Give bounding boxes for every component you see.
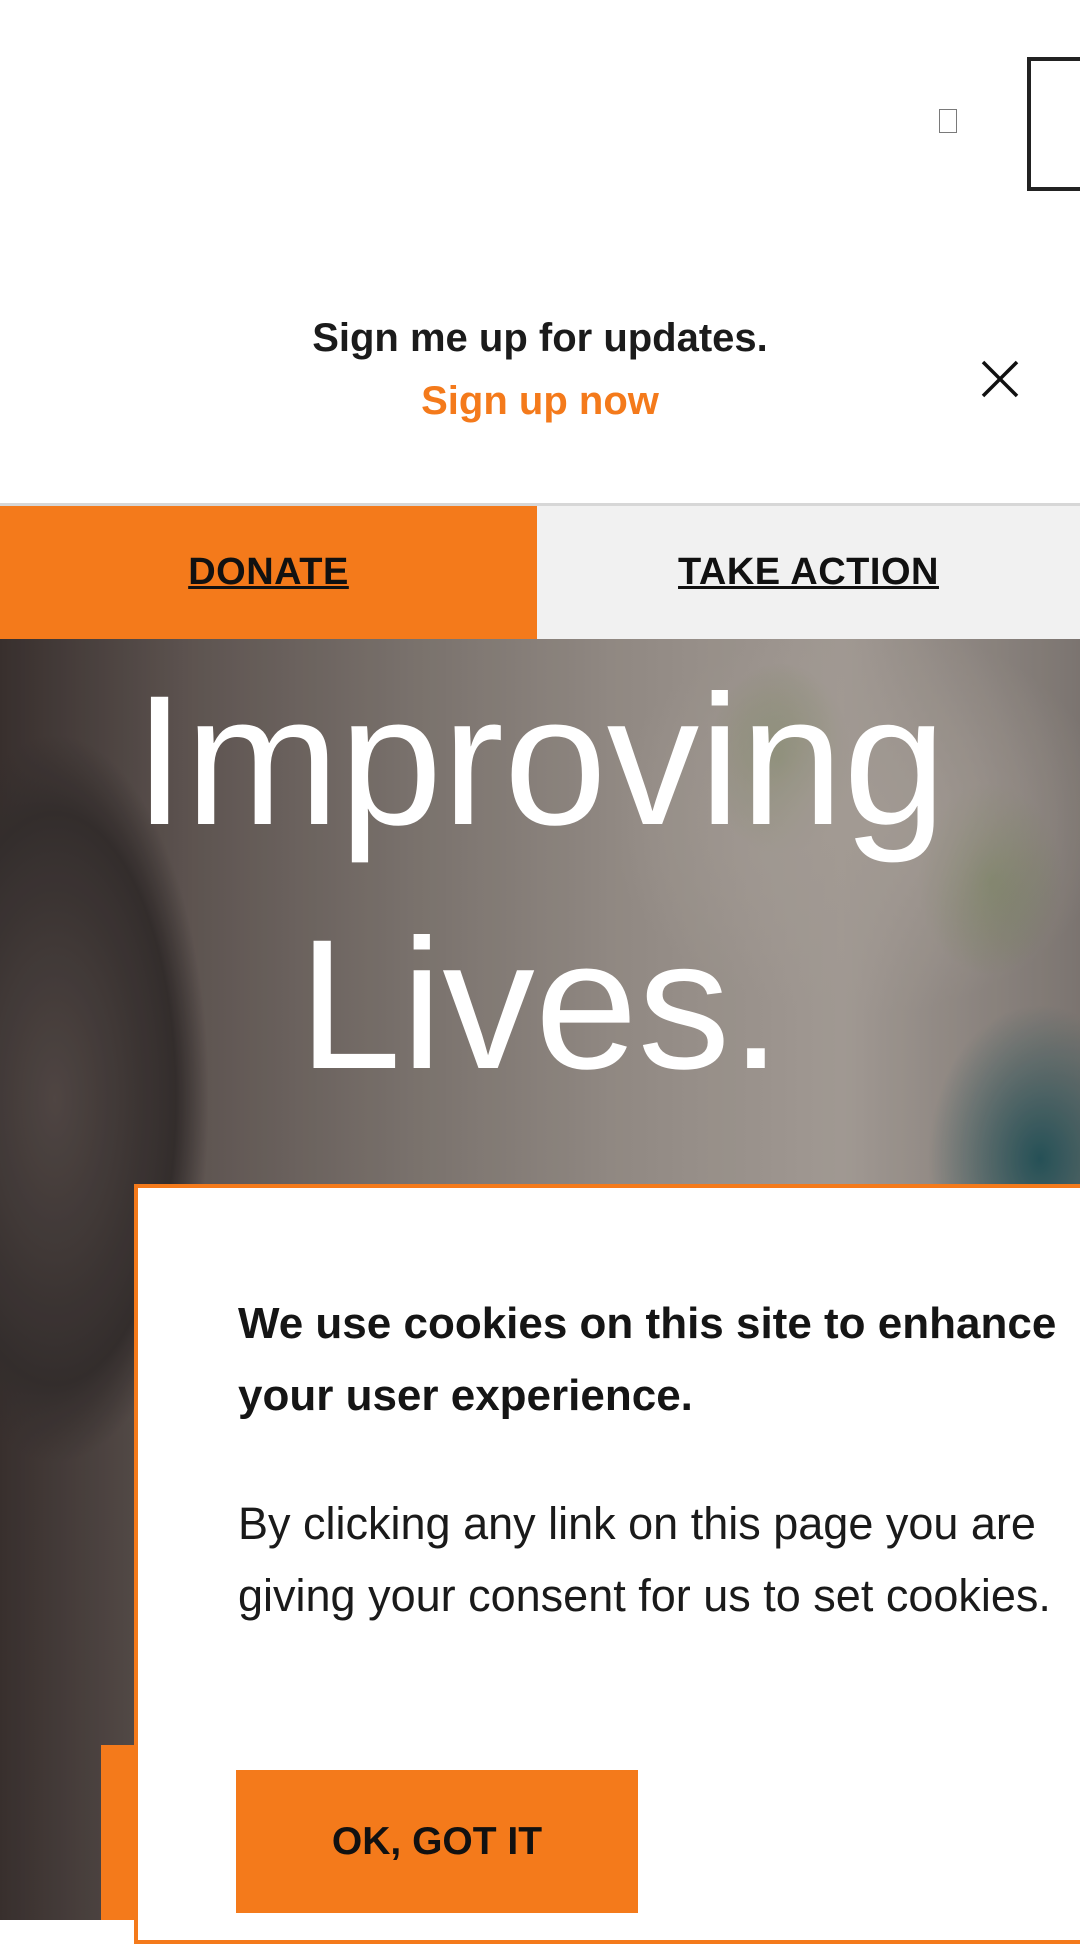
- missing-glyph-icon[interactable]: [939, 109, 957, 133]
- take-action-button[interactable]: TAKE ACTION: [537, 506, 1080, 639]
- cta-tabs: DONATE TAKE ACTION: [0, 506, 1080, 639]
- take-action-label: TAKE ACTION: [678, 551, 939, 593]
- cookie-body: By clicking any link on this page you ar…: [238, 1498, 1051, 1621]
- donate-label: DONATE: [188, 551, 349, 593]
- donate-button[interactable]: DONATE: [0, 506, 537, 639]
- menu-button[interactable]: [1027, 57, 1080, 191]
- site-header: [0, 0, 1080, 245]
- cookie-dialog: We use cookies on this site to enhance y…: [134, 1184, 1080, 1944]
- cookie-title: We use cookies on this site to enhance y…: [238, 1299, 1057, 1420]
- hero-title-line1: Improving: [133, 658, 947, 864]
- hero-title-line2: Lives.: [298, 902, 782, 1108]
- signup-banner: Sign me up for updates. Sign up now: [0, 300, 1080, 505]
- close-icon[interactable]: [979, 358, 1021, 400]
- accept-cookies-button[interactable]: OK, GOT IT: [236, 1770, 638, 1913]
- signup-message: Sign me up for updates.: [312, 316, 768, 360]
- signup-link[interactable]: Sign up now: [0, 379, 1080, 424]
